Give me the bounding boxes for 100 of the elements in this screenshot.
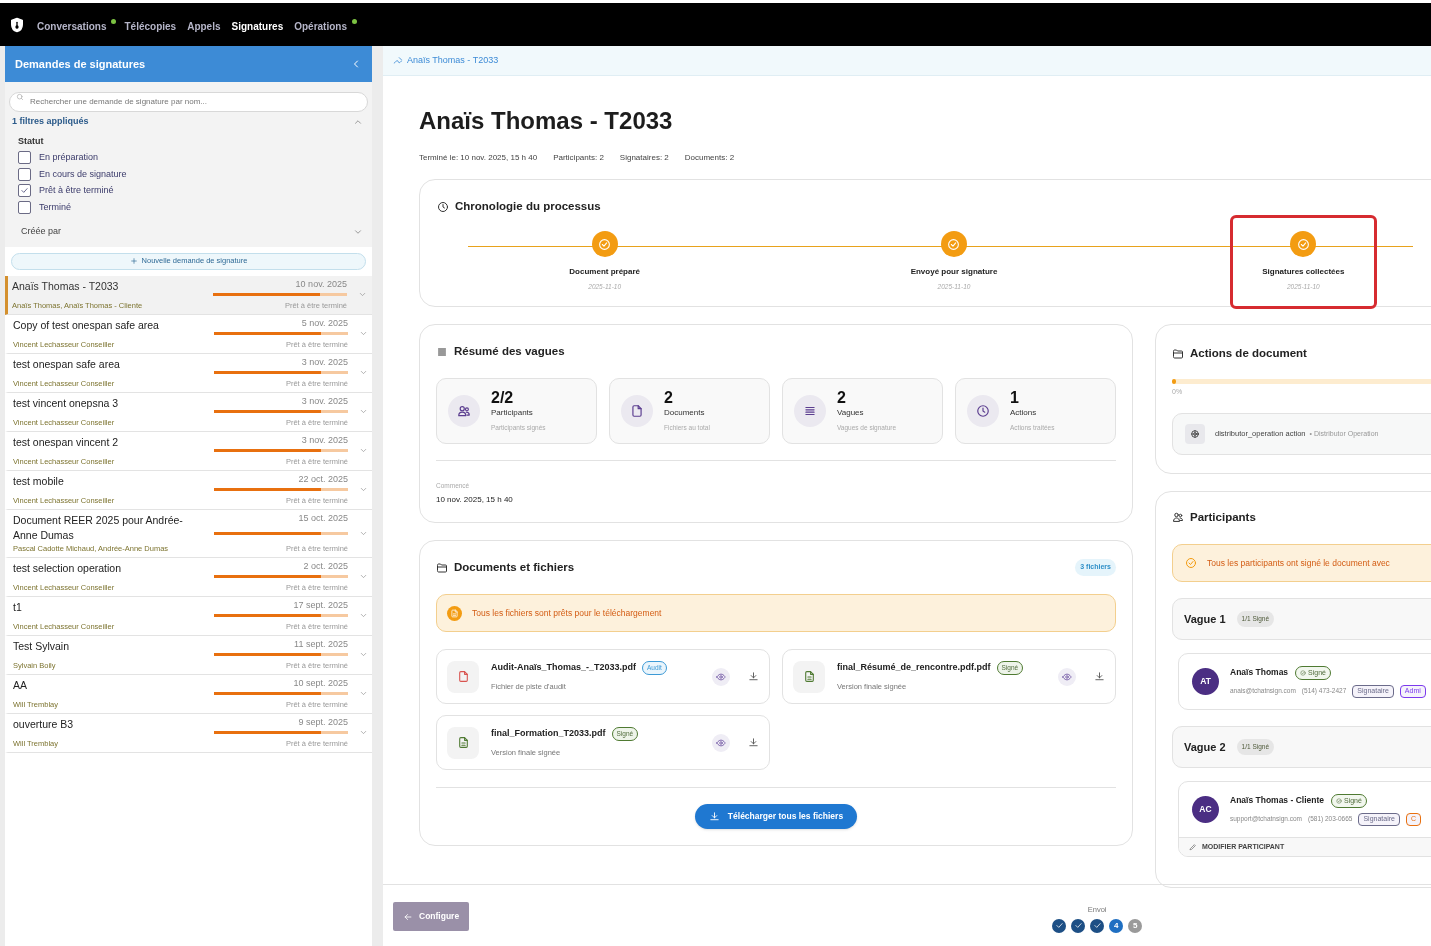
request-date: 10 nov. 2025 [295, 278, 347, 290]
meta-text: Documents: 2 [684, 152, 735, 164]
nav-tab[interactable]: Opérations [294, 19, 350, 34]
signature-icon [393, 55, 403, 66]
step-label: Signatures collectées [1262, 266, 1345, 279]
chevron-down-icon[interactable] [359, 572, 368, 581]
participant-name: Anaïs Thomas [1230, 666, 1289, 680]
request-date: 5 nov. 2025 [301, 317, 348, 329]
request-date: 3 nov. 2025 [301, 434, 348, 446]
meta-text: Terminé le: 10 nov. 2025, 15 h 40 [419, 152, 538, 164]
chevron-down-icon[interactable] [359, 368, 368, 377]
chevron-down-icon[interactable] [359, 689, 368, 698]
request-title: test mobile [13, 473, 65, 489]
document-icon [450, 608, 459, 618]
file-name: final_Formation_T2033.pdf [491, 727, 606, 741]
nav-tab[interactable]: Conversations [37, 19, 110, 34]
check-circle-icon [598, 237, 612, 251]
document-text-icon [456, 736, 470, 750]
wave-title: Vague 1 [1184, 611, 1226, 627]
check-circle-icon [1296, 237, 1310, 251]
checkbox-label: Terminé [39, 200, 71, 214]
check-circle-icon [1185, 557, 1197, 569]
card-title: Documents et fichiers [454, 560, 575, 575]
chevron-down-icon[interactable] [359, 446, 368, 455]
eye-icon [716, 671, 726, 682]
checkbox[interactable] [18, 184, 31, 198]
chevron-down-icon[interactable] [359, 485, 368, 494]
checkbox[interactable] [18, 151, 31, 165]
participant-name: Anaïs Thomas - Cliente [1230, 794, 1324, 808]
chevron-down-icon[interactable] [358, 290, 367, 299]
card-title: Résumé des vagues [454, 344, 565, 359]
card-title: Actions de document [1190, 346, 1307, 361]
notice-text: Tous les participants ont signé le document avec [1207, 556, 1390, 570]
check-circle-icon [1300, 669, 1307, 676]
request-date: 2 oct. 2025 [303, 560, 348, 572]
document-icon [630, 404, 644, 419]
request-title: Copy of test onespan safe area [13, 317, 160, 333]
request-title: Document REER 2025 pour Andrée-Anne Dumas [13, 512, 184, 543]
download-icon[interactable] [748, 671, 759, 683]
request-date: 22 oct. 2025 [298, 473, 348, 485]
request-title: Anaïs Thomas - T2033 [12, 278, 120, 294]
step-label: Envoyé pour signature [910, 266, 998, 279]
users-icon [1172, 511, 1184, 524]
checkbox[interactable] [18, 167, 31, 181]
check-circle-icon [1336, 797, 1342, 804]
search-field[interactable]: Rechercher une demande de signature par nom... [9, 91, 368, 112]
step-label: Document préparé [569, 266, 640, 279]
nav-tab[interactable]: Télécopies [124, 19, 180, 34]
meta-text: Signataires: 2 [619, 152, 669, 164]
started-value: 10 nov. 2025, 15 h 40 [436, 494, 514, 506]
request-date: 15 oct. 2025 [298, 512, 348, 524]
request-date: 3 nov. 2025 [301, 395, 348, 407]
checkbox-label: En préparation [39, 151, 99, 164]
filter-group-label: Statut [18, 134, 45, 148]
filter-label[interactable]: Créée par [21, 225, 62, 239]
download-icon[interactable] [1094, 671, 1105, 683]
request-date: 9 sept. 2025 [298, 716, 348, 728]
chevron-down-icon[interactable] [359, 407, 368, 416]
breadcrumb-link[interactable]: Anaïs Thomas - T2033 [407, 53, 499, 68]
request-date: 17 sept. 2025 [293, 599, 348, 611]
preview-button[interactable] [1058, 667, 1076, 686]
request-title: test vincent onepsna 3 [13, 395, 120, 411]
preview-button[interactable] [712, 733, 730, 752]
stat-label: Actions [1010, 407, 1038, 420]
chevron-down-icon[interactable] [359, 728, 368, 737]
card-title: Participants [1190, 509, 1256, 525]
sidebar-title: Demandes de signatures [15, 56, 146, 72]
arrow-left-icon [403, 911, 413, 922]
chevron-down-icon[interactable] [359, 650, 368, 659]
check-icon [20, 186, 29, 196]
download-icon[interactable] [748, 737, 759, 749]
stat-label: Documents [664, 407, 706, 420]
folder-icon [1172, 347, 1184, 360]
users-icon [457, 404, 471, 419]
page-title: Anaïs Thomas - T2033 [419, 106, 674, 136]
download-all-button[interactable]: Télécharger tous les fichiers [694, 804, 858, 830]
request-date: 10 sept. 2025 [293, 677, 348, 689]
checkbox-label: Prêt à être terminé [39, 184, 114, 197]
request-title: ouverture B3 [13, 716, 75, 732]
pencil-icon [1189, 843, 1197, 851]
chevron-down-icon[interactable] [359, 329, 368, 338]
stat-value: 2 [837, 389, 847, 408]
request-title: Test Sylvain [13, 638, 71, 654]
nav-tab[interactable]: Appels [187, 19, 224, 34]
wave-title: Vague 2 [1184, 739, 1226, 755]
request-date: 11 sept. 2025 [294, 638, 348, 650]
eye-icon [1062, 671, 1072, 682]
nav-tab[interactable]: Signatures [231, 19, 287, 34]
checkbox-label: En cours de signature [39, 167, 127, 181]
stat-value: 1 [1010, 389, 1020, 408]
request-title: t1 [13, 599, 23, 615]
folder-icon [436, 561, 448, 574]
request-title: AA [13, 677, 28, 693]
chevron-down-icon[interactable] [359, 611, 368, 620]
preview-button[interactable] [712, 667, 730, 686]
checkbox[interactable] [18, 200, 31, 214]
stat-label: Participants [491, 407, 534, 420]
search-icon [16, 93, 24, 101]
stat-label: Vagues [837, 407, 865, 420]
filter-summary[interactable]: 1 filtres appliqués [12, 115, 89, 129]
